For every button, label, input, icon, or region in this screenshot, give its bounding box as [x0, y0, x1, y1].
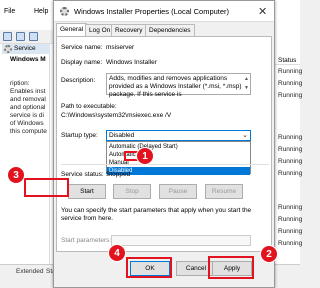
description-label: Description:	[61, 77, 96, 84]
status-cell: Running	[278, 240, 303, 247]
pause-button[interactable]: Pause	[159, 184, 197, 199]
startup-type-current: Disabled	[109, 132, 135, 139]
status-cell: Running	[278, 68, 303, 75]
menu-bar: File Help	[0, 0, 60, 30]
description-pane	[0, 44, 50, 272]
startup-option-automatic[interactable]: Automatic	[107, 151, 250, 159]
status-cell: Running	[278, 158, 303, 165]
startup-type-dropdown: Automatic (Delayed Start) Automatic Manu…	[106, 141, 251, 175]
tab-general[interactable]: General	[56, 23, 88, 37]
start-button[interactable]: Start	[68, 184, 106, 199]
chevron-down-icon: ⌄	[242, 132, 248, 139]
dialog-title: Windows Installer Properties (Local Comp…	[74, 7, 230, 16]
tab-log-on[interactable]: Log On	[85, 24, 115, 36]
status-cell: Running	[278, 228, 303, 235]
display-name-value: Windows Installer	[106, 59, 157, 66]
menu-file[interactable]: File	[4, 8, 15, 15]
tab-extended[interactable]: Extended	[16, 268, 43, 275]
startup-type-select[interactable]: Disabled ⌄	[106, 130, 251, 141]
selected-service-title: Windows M	[10, 56, 46, 63]
description-textbox[interactable]: Adds, modifies and removes applications …	[106, 73, 251, 98]
general-panel: Service name: msiserver Display name: Wi…	[56, 36, 272, 252]
status-column: Status Running Running Running Running R…	[274, 44, 303, 264]
apply-button[interactable]: Apply	[212, 261, 252, 276]
step-marker-2: 2	[260, 245, 278, 263]
tab-dependencies[interactable]: Dependencies	[145, 24, 195, 36]
resume-button[interactable]: Resume	[205, 184, 243, 199]
console-icon[interactable]	[16, 32, 25, 41]
service-status-value: Stopped	[106, 171, 131, 178]
path-label: Path to executable:	[61, 103, 117, 110]
start-params-input[interactable]	[111, 235, 251, 246]
stop-button[interactable]: Stop	[113, 184, 151, 199]
gear-icon	[60, 7, 69, 16]
start-params-label: Start parameters:	[61, 237, 112, 244]
selected-service-description: ription: Enables inst and removal and op…	[10, 80, 47, 135]
properties-icon[interactable]	[29, 32, 38, 41]
tab-recovery[interactable]: Recovery	[111, 24, 147, 36]
status-cell: Running	[278, 80, 303, 87]
status-cell: Running	[278, 170, 303, 177]
toolbar	[0, 30, 55, 44]
display-name-label: Display name:	[61, 59, 103, 66]
dialog-titlebar: Windows Installer Properties (Local Comp…	[54, 1, 274, 22]
step-marker-1: 1	[136, 147, 154, 165]
startup-option-automatic-delayed[interactable]: Automatic (Delayed Start)	[107, 143, 250, 151]
close-icon[interactable]: ✕	[258, 5, 267, 18]
status-cell: Running	[278, 204, 303, 211]
path-value: C:\Windows\system32\msiexec.exe /V	[61, 112, 172, 119]
service-name-value: msiserver	[106, 44, 135, 51]
status-cell: Running	[278, 216, 303, 223]
ok-button[interactable]: OK	[130, 261, 170, 276]
status-cell: Running	[278, 92, 303, 99]
menu-help[interactable]: Help	[34, 8, 48, 15]
divider	[61, 164, 269, 165]
cancel-button[interactable]: Cancel	[176, 261, 216, 276]
services-node-label: Service	[14, 45, 36, 52]
service-name-label: Service name:	[61, 44, 103, 51]
description-text: Adds, modifies and removes applications …	[109, 75, 242, 98]
start-params-hint: You can specify the start parameters tha…	[61, 207, 252, 222]
properties-dialog: Windows Installer Properties (Local Comp…	[53, 0, 275, 288]
step-marker-3: 3	[7, 166, 25, 184]
step-marker-4: 4	[108, 244, 126, 262]
scroll-arrows-icon[interactable]: ▲ ▼	[244, 75, 249, 93]
status-column-header[interactable]: Status	[274, 57, 300, 65]
back-icon[interactable]	[3, 32, 12, 41]
tree-node-services[interactable]: Service	[2, 44, 50, 54]
service-status-label: Service status:	[61, 171, 104, 178]
startup-type-label: Startup type:	[61, 132, 98, 139]
gear-icon	[4, 45, 12, 53]
startup-option-manual[interactable]: Manual	[107, 159, 250, 167]
status-cell: Running	[278, 146, 303, 153]
status-cell: Running	[278, 134, 303, 141]
